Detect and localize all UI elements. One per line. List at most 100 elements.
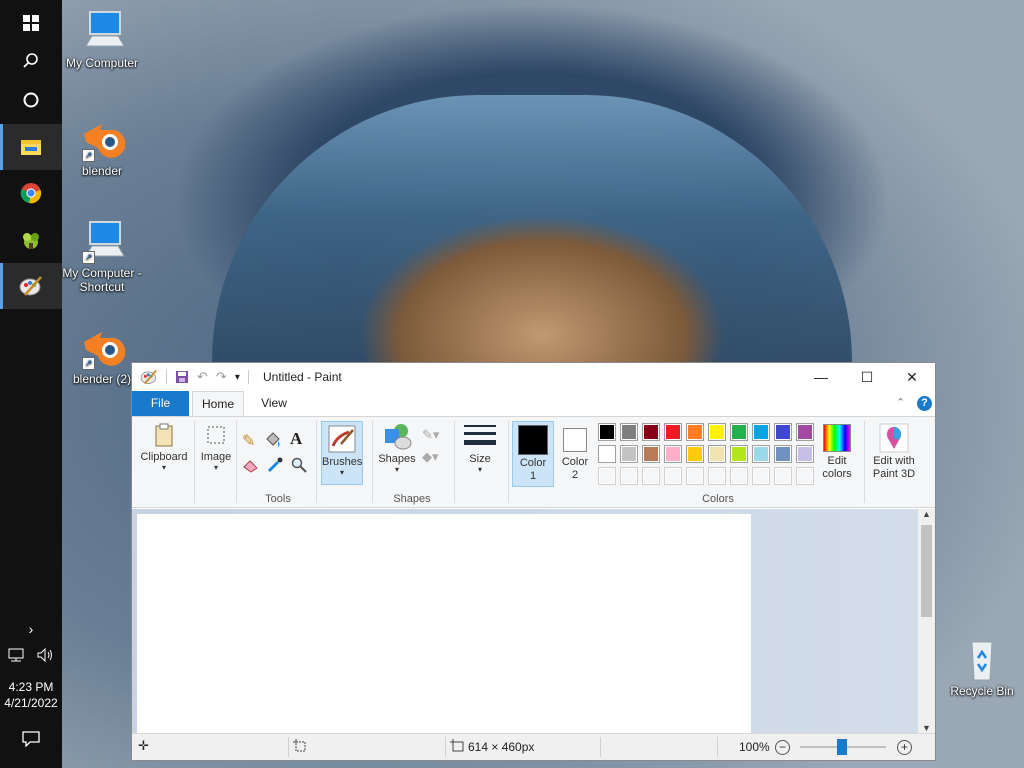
taskbar-clock[interactable]: 4:23 PM 4/21/2022	[0, 679, 62, 711]
palette-color-swatch[interactable]	[730, 445, 748, 463]
fill-icon[interactable]: ◆▾	[422, 449, 439, 465]
minimize-button[interactable]: —	[798, 363, 844, 391]
collapse-ribbon-icon[interactable]: ⌃	[896, 396, 905, 409]
shapes-icon	[385, 424, 412, 450]
magnifier-icon[interactable]	[290, 457, 308, 473]
desktop-icon-label: My Computer - Shortcut	[62, 266, 142, 294]
color2-button[interactable]: Color 2	[556, 421, 594, 487]
action-center-button[interactable]	[0, 716, 62, 762]
palette-color-swatch[interactable]	[774, 423, 792, 441]
fill-bucket-icon[interactable]	[264, 431, 282, 449]
shapes-button[interactable]: Shapes ▾	[376, 421, 418, 485]
zoom-out-button[interactable]: −	[775, 740, 790, 755]
palette-color-swatch[interactable]	[686, 423, 704, 441]
taskbar-app[interactable]	[0, 217, 62, 263]
palette-color-swatch[interactable]	[752, 445, 770, 463]
brushes-button[interactable]: Brushes ▾	[321, 421, 363, 485]
text-tool-icon[interactable]: A	[290, 429, 302, 449]
selection-size-icon	[293, 739, 306, 752]
drawing-canvas[interactable]	[137, 514, 751, 735]
taskbar-file-explorer[interactable]	[0, 124, 62, 170]
blender-icon: ↗	[78, 326, 126, 370]
title-bar[interactable]: ↶ ↷ ▾ Untitled - Paint — ☐ ✕	[132, 363, 935, 391]
tab-file[interactable]: File	[132, 391, 189, 416]
desktop-icon-my-computer-shortcut[interactable]: ↗ My Computer - Shortcut	[57, 220, 147, 294]
volume-icon[interactable]	[36, 647, 54, 663]
zoom-in-button[interactable]: +	[897, 740, 912, 755]
paint-window: ↶ ↷ ▾ Untitled - Paint — ☐ ✕ File Home V…	[131, 362, 936, 761]
tab-home[interactable]: Home	[192, 391, 244, 417]
color1-button[interactable]: Color 1	[512, 421, 554, 487]
taskbar-chrome[interactable]	[0, 170, 62, 216]
palette-color-swatch[interactable]	[598, 423, 616, 441]
palette-color-swatch[interactable]	[730, 423, 748, 441]
customize-qa-icon[interactable]: ▾	[235, 372, 240, 383]
eraser-icon[interactable]	[242, 457, 260, 473]
palette-color-swatch[interactable]	[686, 445, 704, 463]
save-icon[interactable]	[175, 370, 189, 384]
edit-with-paint3d-button[interactable]: Edit with Paint 3D	[866, 421, 922, 487]
zoom-slider-thumb[interactable]	[837, 739, 847, 755]
app-leaf-icon	[23, 233, 39, 249]
network-icon[interactable]	[8, 647, 26, 663]
palette-custom-slot[interactable]	[620, 467, 638, 485]
palette-custom-slot[interactable]	[708, 467, 726, 485]
edit-paint3d-label: Edit with Paint 3D	[872, 455, 916, 480]
cursor-position-icon: ✛	[138, 738, 149, 753]
palette-custom-slot[interactable]	[664, 467, 682, 485]
palette-color-swatch[interactable]	[642, 423, 660, 441]
scroll-up-icon[interactable]: ▲	[918, 509, 935, 519]
palette-custom-slot[interactable]	[598, 467, 616, 485]
taskbar-paint[interactable]	[0, 263, 62, 309]
desktop-icon-blender[interactable]: ↗ blender	[57, 118, 147, 178]
wallpaper-hood	[212, 95, 852, 395]
color-picker-icon[interactable]	[266, 457, 284, 473]
palette-color-swatch[interactable]	[796, 423, 814, 441]
paint-app-icon[interactable]	[140, 369, 158, 385]
palette-color-swatch[interactable]	[642, 445, 660, 463]
help-button[interactable]: ?	[917, 396, 932, 411]
palette-color-swatch[interactable]	[752, 423, 770, 441]
outline-icon[interactable]: ✎▾	[422, 427, 439, 443]
palette-custom-slot[interactable]	[796, 467, 814, 485]
palette-color-swatch[interactable]	[598, 445, 616, 463]
palette-custom-slot[interactable]	[730, 467, 748, 485]
maximize-button[interactable]: ☐	[844, 363, 890, 391]
redo-icon[interactable]: ↷	[216, 369, 227, 385]
circle-icon	[23, 92, 39, 108]
clock-date: 4/21/2022	[4, 696, 58, 710]
clipboard-button[interactable]: Clipboard ▾	[136, 421, 192, 485]
image-button[interactable]: Image ▾	[196, 421, 236, 485]
edit-colors-button[interactable]: Edit colors	[816, 421, 858, 487]
palette-custom-slot[interactable]	[686, 467, 704, 485]
desktop-icon-label: blender	[81, 164, 123, 178]
size-button[interactable]: Size ▾	[460, 421, 500, 485]
desktop-icon-my-computer[interactable]: My Computer	[57, 10, 147, 70]
pencil-icon[interactable]: ✎	[242, 431, 255, 451]
clipboard-icon	[155, 423, 173, 447]
palette-color-swatch[interactable]	[620, 445, 638, 463]
palette-custom-slot[interactable]	[774, 467, 792, 485]
vertical-scrollbar[interactable]: ▲ ▼	[918, 509, 935, 735]
desktop-icon-recycle-bin[interactable]: Recycle Bin	[937, 638, 1024, 698]
palette-color-swatch[interactable]	[774, 445, 792, 463]
taskbar: › 4:23 PM 4/21/2022	[0, 0, 62, 768]
scroll-thumb[interactable]	[921, 525, 932, 617]
palette-color-swatch[interactable]	[664, 423, 682, 441]
clock-time: 4:23 PM	[8, 680, 54, 694]
palette-color-swatch[interactable]	[708, 423, 726, 441]
palette-custom-slot[interactable]	[752, 467, 770, 485]
palette-color-swatch[interactable]	[708, 445, 726, 463]
line-size-icon	[464, 425, 496, 445]
undo-icon[interactable]: ↶	[197, 369, 208, 385]
palette-color-swatch[interactable]	[620, 423, 638, 441]
canvas-area	[132, 509, 918, 735]
tab-view[interactable]: View	[249, 391, 299, 416]
palette-custom-slot[interactable]	[642, 467, 660, 485]
cortana-button[interactable]	[0, 77, 62, 123]
palette-color-swatch[interactable]	[796, 445, 814, 463]
file-explorer-icon	[21, 140, 41, 155]
close-button[interactable]: ✕	[889, 363, 935, 391]
palette-color-swatch[interactable]	[664, 445, 682, 463]
scroll-down-icon[interactable]: ▼	[918, 723, 935, 733]
